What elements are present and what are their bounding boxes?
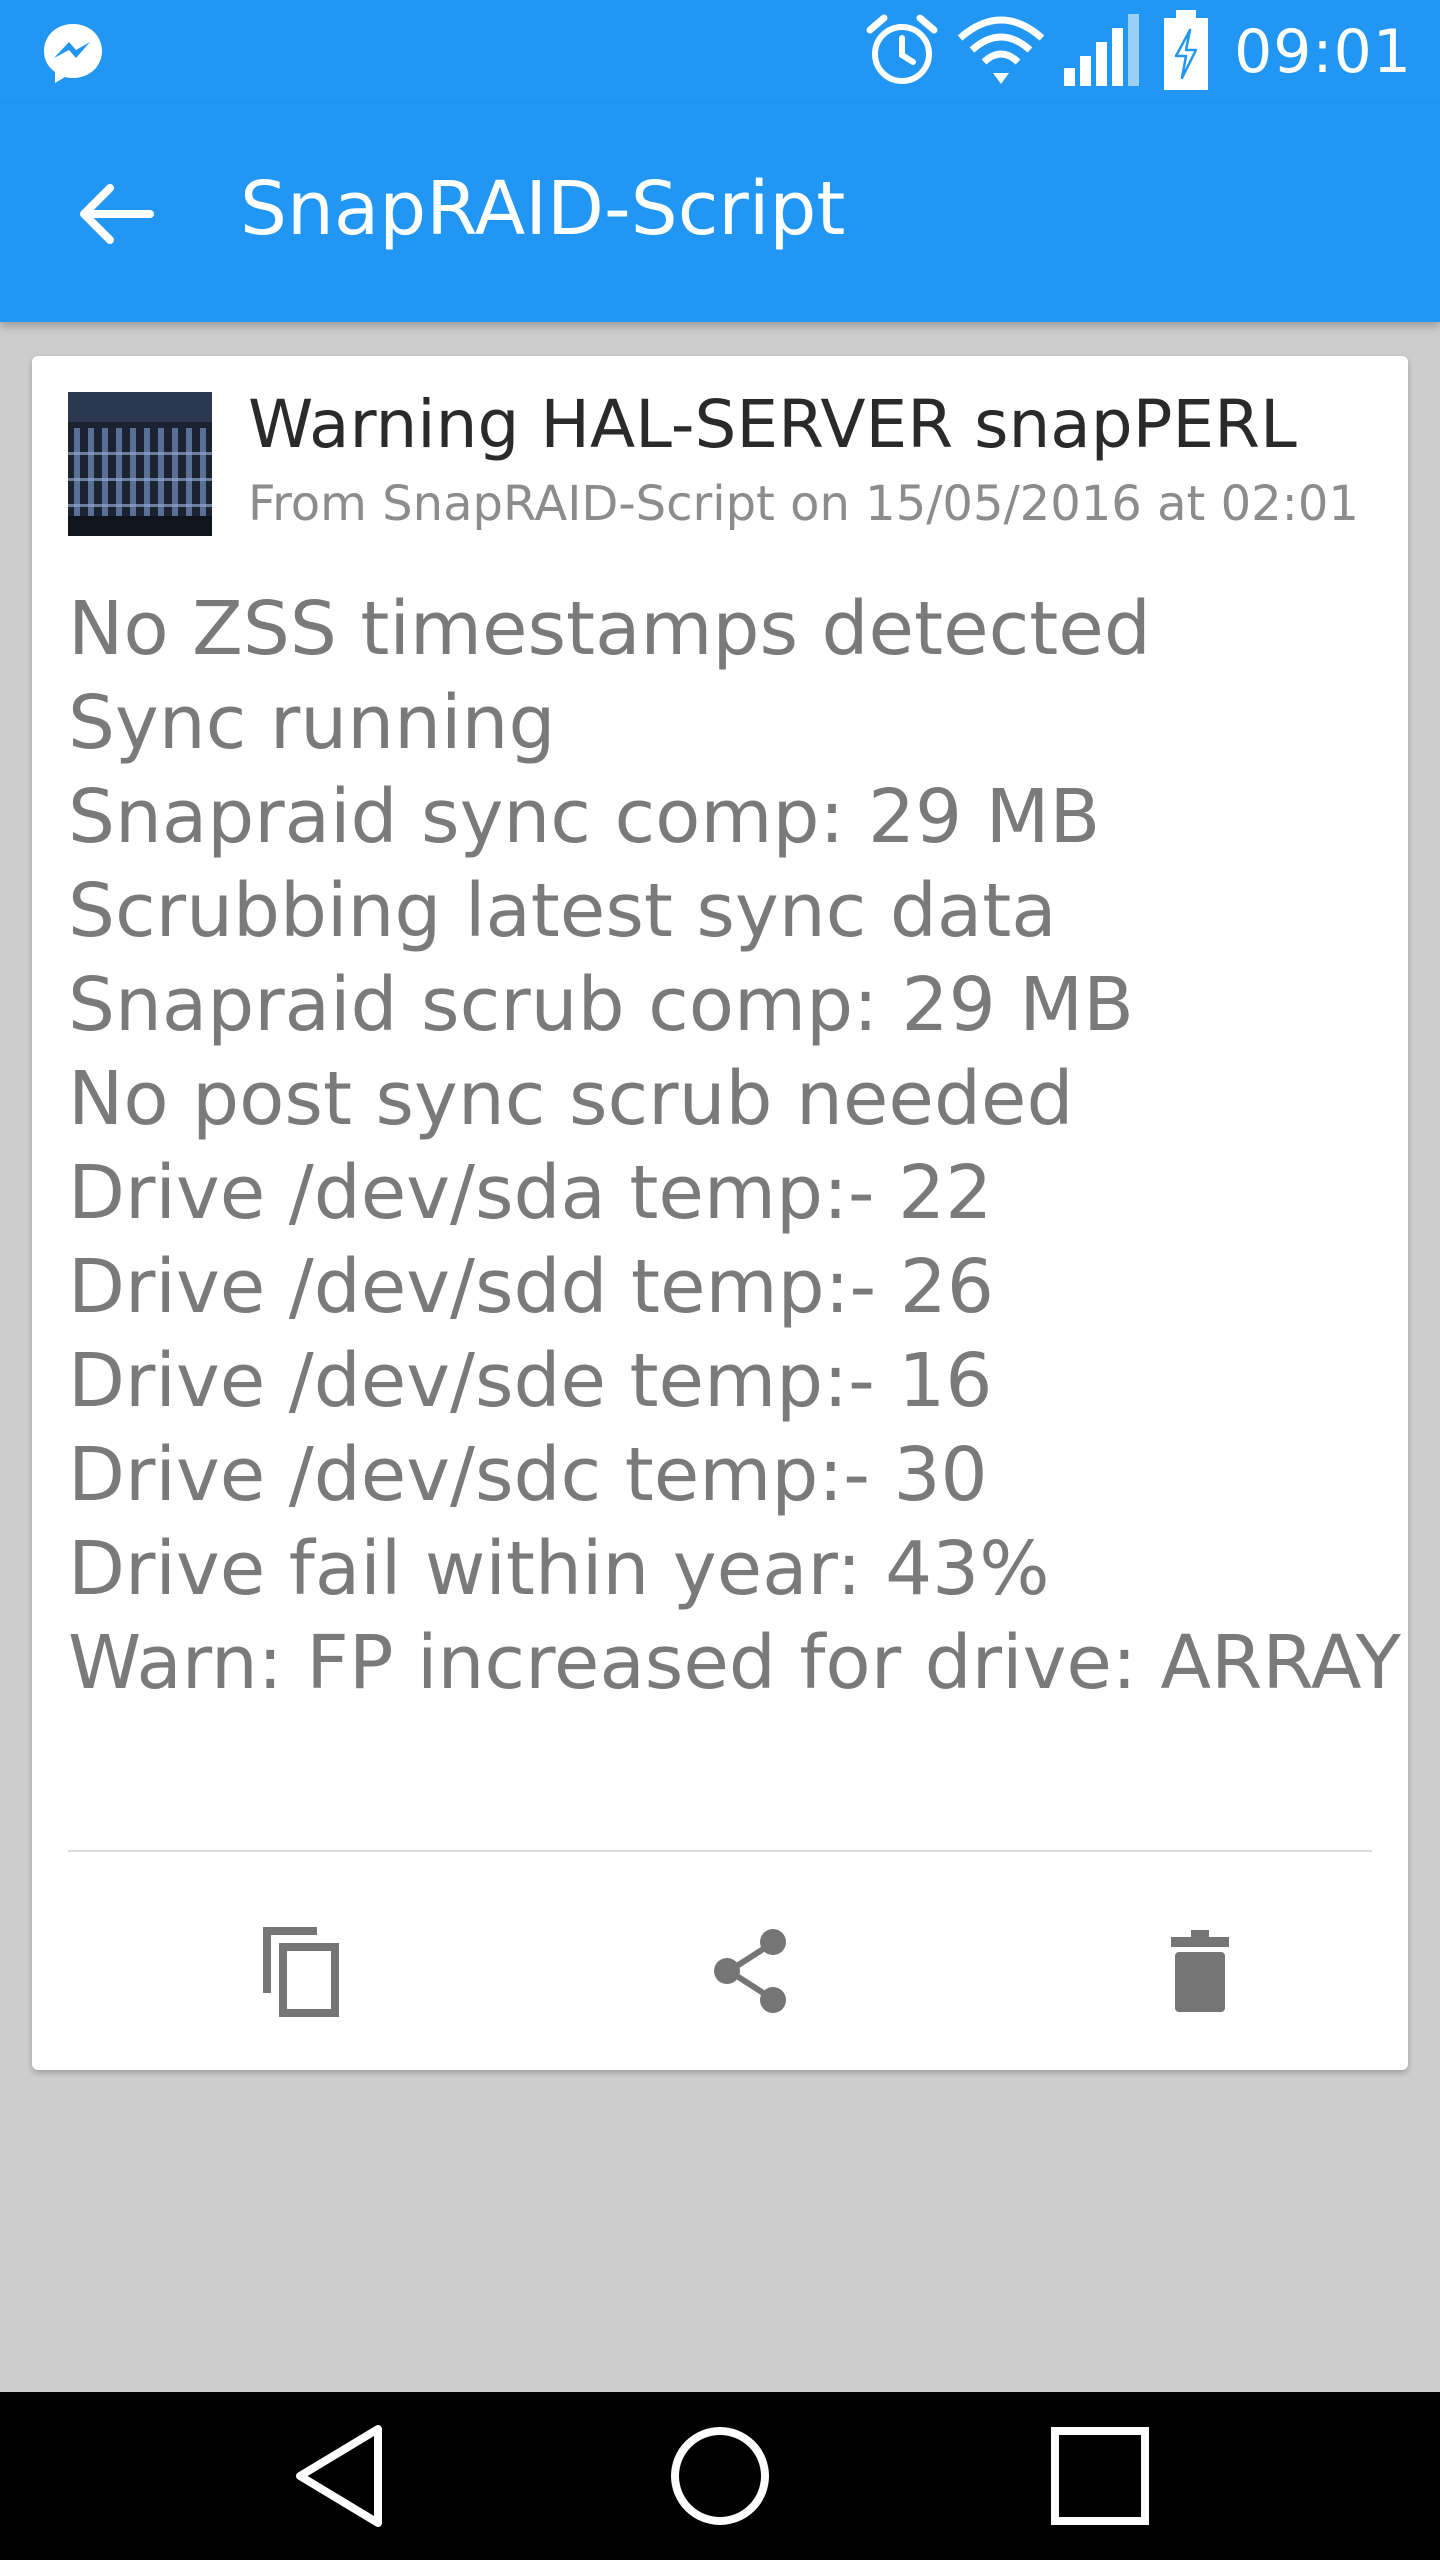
server-rack-thumbnail [68, 392, 212, 536]
battery-charging-icon [1160, 8, 1212, 97]
card-action-row [32, 1916, 1408, 2026]
body-line: No ZSS timestamps detected [68, 586, 1151, 672]
recents-square-icon[interactable] [1040, 2416, 1160, 2536]
body-line: Drive fail within year: 43% [68, 1526, 1050, 1612]
delete-icon[interactable] [1145, 1916, 1255, 2026]
signal-icon [1060, 10, 1146, 95]
page-title: SnapRAID-Script [240, 166, 846, 252]
messenger-icon [40, 20, 106, 86]
copy-icon[interactable] [247, 1916, 357, 2026]
body-line: Snapraid scrub comp: 29 MB [68, 962, 1134, 1048]
home-circle-icon[interactable] [660, 2416, 780, 2536]
status-bar: 09:01 [0, 0, 1440, 104]
body-line: Warn: FP increased for drive: ARRAY [68, 1620, 1401, 1706]
notification-body: No ZSS timestamps detected Sync running … [68, 582, 1401, 1710]
share-icon[interactable] [695, 1916, 805, 2026]
notification-card: Warning HAL-SERVER snapPERL From SnapRAI… [32, 356, 1408, 2070]
body-line: Scrubbing latest sync data [68, 868, 1057, 954]
body-line: Drive /dev/sda temp:- 22 [68, 1150, 993, 1236]
body-line: No post sync scrub needed [68, 1056, 1074, 1142]
body-line: Snapraid sync comp: 29 MB [68, 774, 1101, 860]
notification-title: Warning HAL-SERVER snapPERL [248, 386, 1297, 463]
wifi-icon [956, 10, 1046, 95]
body-line: Drive /dev/sdd temp:- 26 [68, 1244, 994, 1330]
app-toolbar: SnapRAID-Script [0, 104, 1440, 322]
arrow-back-icon[interactable] [66, 164, 166, 264]
system-nav-bar [0, 2392, 1440, 2560]
body-line: Sync running [68, 680, 556, 766]
back-triangle-icon[interactable] [280, 2416, 400, 2536]
body-line: Drive /dev/sdc temp:- 30 [68, 1432, 988, 1518]
card-divider [68, 1850, 1372, 1852]
clock: 09:01 [1234, 17, 1412, 87]
alarm-icon [862, 10, 942, 95]
notification-subtitle: From SnapRAID-Script on 15/05/2016 at 02… [248, 476, 1359, 532]
body-line: Drive /dev/sde temp:- 16 [68, 1338, 993, 1424]
